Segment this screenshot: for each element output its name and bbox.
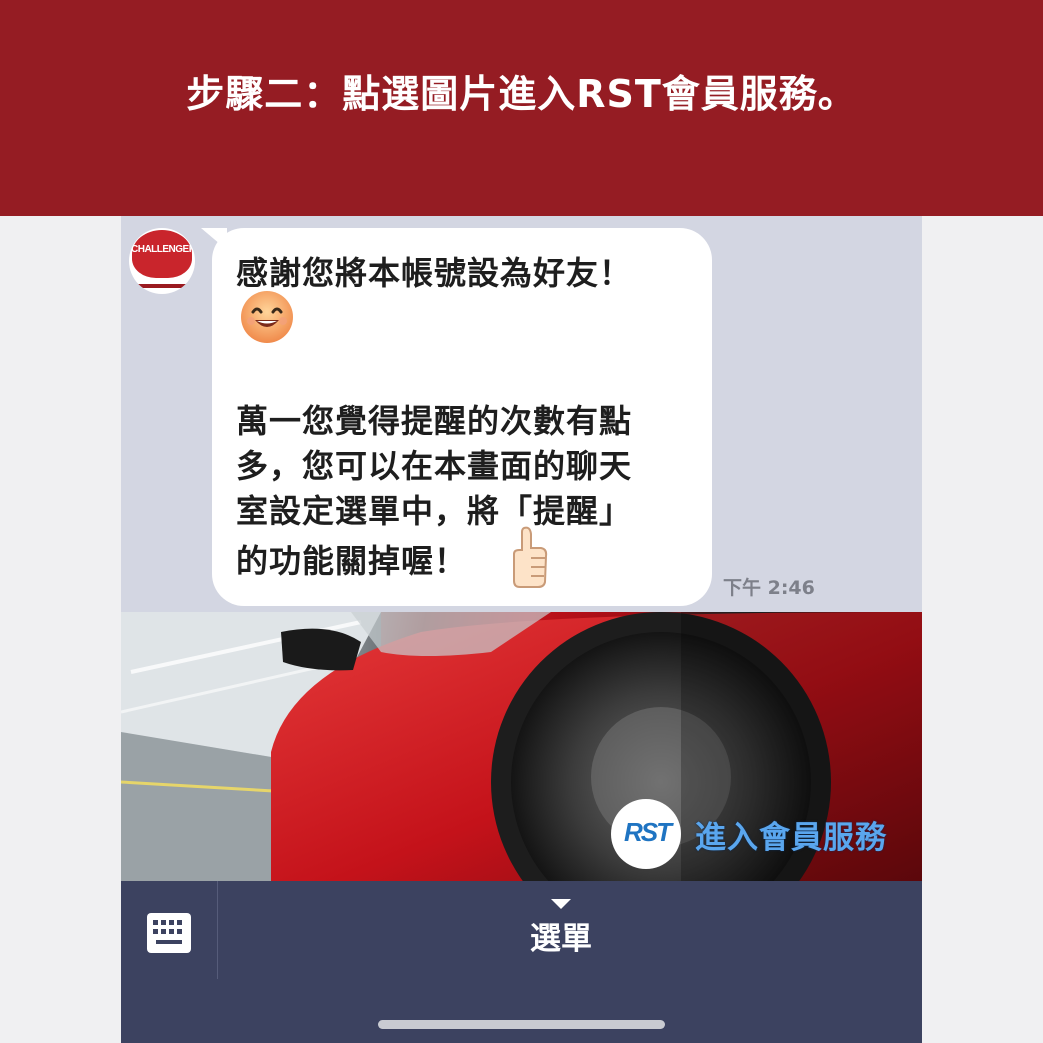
- instruction-title: 步驟二：點選圖片進入RST會員服務。: [186, 71, 857, 116]
- instruction-header: 步驟二：點選圖片進入RST會員服務。: [0, 0, 1043, 216]
- smiling-face-emoji-icon: [241, 291, 293, 343]
- menu-toggle-button[interactable]: 選單: [501, 913, 621, 958]
- keyboard-icon[interactable]: [147, 913, 191, 953]
- message-line: 感謝您將本帳號設為好友！: [236, 254, 633, 292]
- home-indicator: [378, 1020, 665, 1029]
- line-chat-screen: CHALLENGER 感謝您將本帳號設為好友！ 萬一您覺得提醒的次數有點 多，您…: [121, 216, 922, 1043]
- bar-divider: [217, 881, 218, 979]
- chat-bottom-menu-bar: 選單: [121, 881, 922, 1043]
- message-line: 萬一您覺得提醒的次數有點: [236, 402, 633, 440]
- enter-member-service-label: 進入會員服務: [695, 820, 887, 856]
- triangle-down-icon[interactable]: [551, 899, 571, 909]
- avatar-label: CHALLENGER: [131, 244, 195, 255]
- avatar[interactable]: CHALLENGER: [129, 228, 195, 294]
- message-timestamp: 下午 2:46: [723, 577, 815, 599]
- avatar-subline: [133, 284, 191, 288]
- message-line: 多，您可以在本畫面的聊天: [236, 447, 633, 485]
- message-bubble: 感謝您將本帳號設為好友！ 萬一您覺得提醒的次數有點 多，您可以在本畫面的聊天 室…: [212, 228, 712, 606]
- rst-logo: RST: [624, 817, 672, 847]
- thumbs-up-emoji-icon: [513, 526, 548, 588]
- message-line: 的功能關掉喔！: [236, 542, 468, 580]
- rst-member-banner[interactable]: RST 進入會員服務: [121, 612, 922, 881]
- chat-area: CHALLENGER 感謝您將本帳號設為好友！ 萬一您覺得提醒的次數有點 多，您…: [121, 216, 922, 612]
- message-line: 室設定選單中，將「提醒」: [236, 492, 633, 530]
